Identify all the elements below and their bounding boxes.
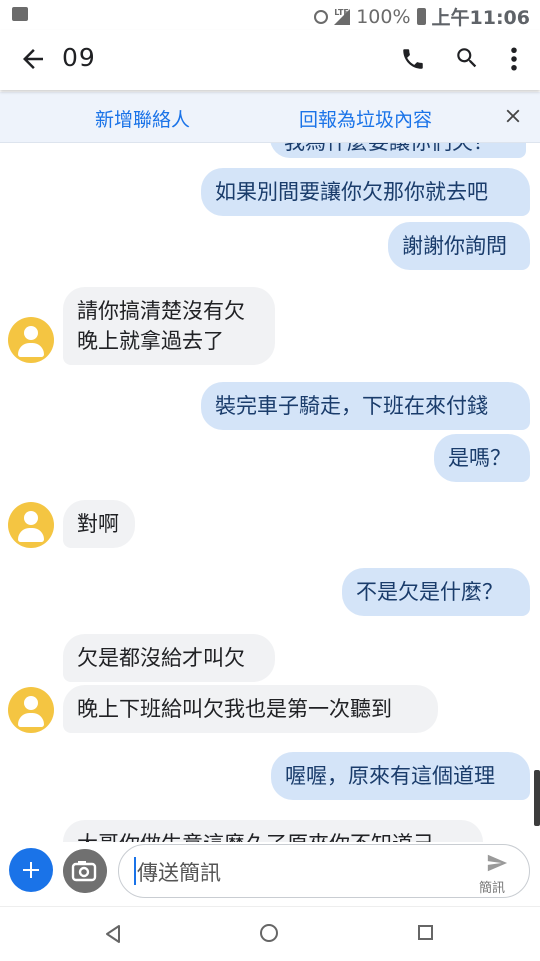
- alarm-icon: [314, 9, 329, 24]
- status-icons: LTE 100% 上午11:06: [314, 3, 530, 30]
- camera-icon[interactable]: [63, 849, 107, 893]
- more-vert-icon[interactable]: [507, 44, 521, 74]
- signal-icon: LTE: [334, 8, 351, 25]
- contact-avatar[interactable]: [8, 687, 54, 733]
- unknown-sender-banner: 新增聯絡人 回報為垃圾內容: [0, 92, 540, 143]
- message-input-placeholder: 傳送簡訊: [137, 861, 221, 885]
- send-button[interactable]: 簡訊: [469, 849, 525, 896]
- message-incoming[interactable]: 欠是都沒給才叫欠: [63, 634, 275, 682]
- send-label: 簡訊: [479, 881, 506, 896]
- text-caret: [134, 857, 136, 885]
- report-spam-button[interactable]: 回報為垃圾內容: [299, 105, 432, 132]
- clock: 上午11:06: [431, 7, 530, 29]
- message-outgoing[interactable]: 如果別間要讓你欠那你就去吧: [201, 168, 530, 216]
- redaction-blur: [118, 38, 258, 80]
- message-outgoing[interactable]: 喔喔，原來有這個道理: [271, 752, 530, 800]
- message-incoming[interactable]: 對啊: [63, 500, 135, 548]
- message-outgoing[interactable]: 不是欠是什麼？: [342, 568, 530, 616]
- message-incoming[interactable]: 大哥你做生意這麼久了原來你不知道己: [63, 820, 483, 842]
- back-arrow-icon[interactable]: [18, 44, 48, 74]
- message-outgoing[interactable]: 我為什麼要讓你們欠？: [270, 142, 526, 158]
- system-nav-bar: [0, 906, 540, 961]
- battery-percent: 100%: [356, 5, 411, 28]
- nav-back-icon[interactable]: [103, 924, 123, 944]
- message-outgoing[interactable]: 裝完車子騎走，下班在來付錢: [201, 382, 530, 430]
- message-outgoing[interactable]: 謝謝你詢問: [388, 222, 530, 270]
- message-input[interactable]: 傳送簡訊 簡訊: [118, 844, 530, 898]
- image-icon: [12, 7, 28, 21]
- message-incoming[interactable]: 晚上下班給叫欠我也是第一次聽到: [63, 685, 438, 733]
- add-icon[interactable]: [9, 848, 53, 892]
- phone-icon[interactable]: [400, 46, 426, 72]
- status-bar: LTE 100% 上午11:06: [0, 0, 540, 30]
- person-icon: [24, 511, 38, 525]
- contact-avatar[interactable]: [8, 317, 54, 363]
- close-icon[interactable]: [502, 105, 524, 127]
- conversation-title: 09: [62, 43, 96, 72]
- nav-recents-icon[interactable]: [418, 925, 433, 940]
- message-outgoing[interactable]: 是嗎？: [434, 434, 530, 482]
- search-icon[interactable]: [454, 45, 480, 71]
- contact-avatar[interactable]: [8, 502, 54, 548]
- battery-icon: [416, 8, 426, 25]
- person-icon: [24, 326, 38, 340]
- message-list[interactable]: 我為什麼要讓你們欠？ 如果別間要讓你欠那你就去吧 謝謝你詢問 請你搞清楚沒有欠 …: [0, 142, 540, 842]
- scrollbar-thumb[interactable]: [534, 770, 540, 826]
- person-icon: [24, 696, 38, 710]
- nav-home-icon[interactable]: [260, 924, 278, 942]
- app-bar: 09: [0, 30, 540, 90]
- compose-bar: 傳送簡訊 簡訊: [0, 842, 540, 906]
- add-contact-button[interactable]: 新增聯絡人: [95, 105, 190, 132]
- message-incoming[interactable]: 請你搞清楚沒有欠 晚上就拿過去了: [63, 287, 275, 365]
- send-icon: [487, 854, 508, 872]
